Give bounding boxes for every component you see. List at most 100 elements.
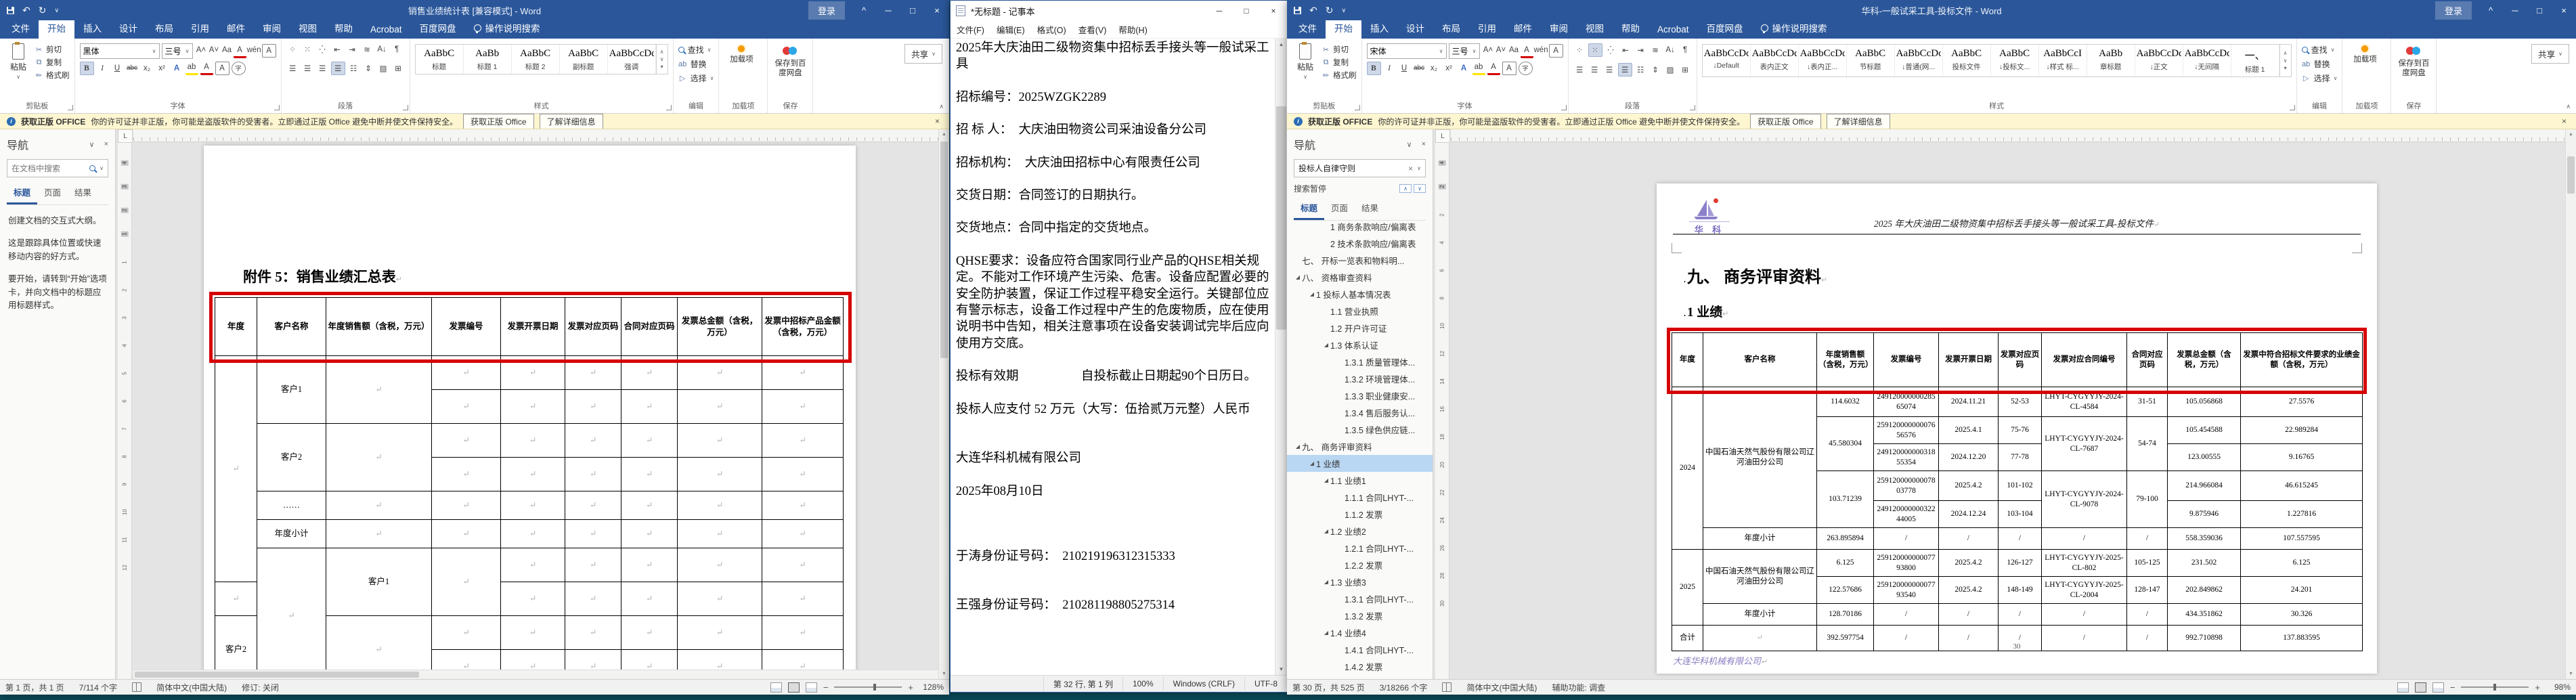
nav-tree-item[interactable]: 七、 开标一览表和物料明... — [1287, 252, 1433, 269]
select-button[interactable]: ▷ 选择 ∨ — [678, 72, 714, 84]
italic-icon[interactable]: I — [1383, 62, 1396, 74]
nav-tree-item[interactable]: 1.1.2 发票 — [1287, 506, 1433, 523]
multilevel-list-icon[interactable]: ⁛ — [316, 43, 329, 56]
ribbon-tab-邮件[interactable]: 邮件 — [1505, 18, 1541, 39]
ribbon-tab-布局[interactable]: 布局 — [1433, 18, 1469, 39]
nav-tab-页面[interactable]: 页面 — [37, 183, 68, 204]
ribbon-tab-视图[interactable]: 视图 — [1577, 18, 1613, 39]
paste-button[interactable]: 粘贴 ∨ — [5, 41, 32, 81]
scroll-down-icon[interactable]: ▼ — [942, 669, 946, 679]
highlight-icon[interactable]: ab — [185, 61, 198, 75]
scroll-down-icon[interactable]: ▼ — [2569, 669, 2573, 679]
nav-tree-item[interactable]: ◢1.5 业绩5 — [1287, 675, 1433, 679]
underline-icon[interactable]: U — [1398, 62, 1411, 74]
shrink-font-icon[interactable]: A˅ — [1495, 44, 1508, 56]
vertical-ruler[interactable]: 4 3 2 1 1 2 3 4 5 6 7 8 9 10 11 12 — [118, 143, 132, 679]
ribbon-tab-Acrobat[interactable]: Acrobat — [1649, 21, 1698, 39]
align-right-icon[interactable]: ☰ — [1603, 64, 1616, 76]
grow-font-icon[interactable]: A˄ — [1482, 44, 1495, 56]
close-warning-icon[interactable]: × — [932, 116, 942, 126]
ribbon-display-options-icon[interactable]: ^ — [2479, 2, 2503, 19]
nav-tree-item[interactable]: 1.3.2 环境管理体... — [1287, 370, 1433, 387]
zoom-in-icon[interactable]: + — [908, 682, 913, 693]
title-bar[interactable]: ↶ ↻ ∨ 销售业绩统计表 [兼容模式] - Word 登录 ^ ─ □ × — [0, 0, 949, 20]
horizontal-scrollbar[interactable] — [133, 670, 938, 679]
bold-icon[interactable]: B — [79, 61, 94, 75]
cut-button[interactable]: ✂ 剪切 — [1322, 44, 1357, 55]
learn-more-button[interactable]: 了解详细信息 — [539, 114, 603, 129]
ribbon-tab-设计[interactable]: 设计 — [1397, 18, 1433, 39]
font-size-box[interactable]: 三号 ∨ — [1448, 43, 1480, 59]
tree-expanded-icon[interactable]: ◢ — [1322, 528, 1330, 534]
align-center-icon[interactable]: ☰ — [1588, 64, 1601, 76]
vertical-scrollbar[interactable]: ▲ ▼ — [938, 129, 949, 679]
ribbon-tab-文件[interactable]: 文件 — [3, 18, 39, 39]
ribbon-tab-引用[interactable]: 引用 — [1469, 18, 1505, 39]
phonetic-guide-icon[interactable]: wén — [246, 44, 262, 56]
next-result-icon[interactable]: ∨ — [1414, 184, 1426, 193]
nav-tree-item[interactable]: 1.2 开户许可证 — [1287, 320, 1433, 336]
bold-icon[interactable]: B — [1366, 61, 1381, 75]
nav-tree-item[interactable]: 1.4.1 合同LHYT-... — [1287, 641, 1433, 658]
text-effects-icon[interactable]: A — [1458, 62, 1470, 74]
tab-selector[interactable]: L — [118, 129, 133, 143]
menu-编辑(E)[interactable]: 编辑(E) — [990, 20, 1031, 39]
ribbon-tab-布局[interactable]: 布局 — [146, 18, 182, 39]
ribbon-tab-插入[interactable]: 插入 — [74, 18, 110, 39]
web-layout-icon[interactable] — [2432, 682, 2444, 693]
sort-icon[interactable]: A↓ — [376, 43, 389, 56]
scroll-up-icon[interactable]: ▲ — [1279, 39, 1284, 50]
title-bar[interactable]: ↶ ↻ ∨ 华科-一般试采工具-投标文件 - Word 登录 ^ ─ □ × — [1287, 0, 2576, 20]
replace-button[interactable]: ab 替换 — [2302, 58, 2338, 70]
tree-expanded-icon[interactable]: ◢ — [1308, 460, 1316, 466]
tree-expanded-icon[interactable]: ◢ — [1294, 443, 1302, 450]
nav-search-input[interactable]: 投标人自律守则 × ∨ — [1294, 159, 1426, 177]
font-name-box[interactable]: 宋体 ∨ — [1366, 43, 1447, 59]
distribute-icon[interactable]: ☷ — [1634, 64, 1647, 76]
numbering-icon[interactable]: ⁙ — [1588, 43, 1602, 57]
scroll-down-icon[interactable]: ▼ — [1279, 663, 1284, 675]
redo-icon[interactable]: ↻ — [39, 5, 47, 16]
italic-icon[interactable]: I — [96, 62, 109, 74]
align-center-icon[interactable]: ☰ — [301, 62, 314, 74]
nav-tree-item[interactable]: 1.2.1 合同LHYT-... — [1287, 540, 1433, 556]
char-shading-icon[interactable]: A — [215, 61, 230, 75]
nav-tree-item[interactable]: ◢ 1.3 业绩3 — [1287, 573, 1433, 590]
ribbon-tab-帮助[interactable]: 帮助 — [326, 18, 362, 39]
shading-icon[interactable]: ▨ — [1664, 64, 1677, 76]
dialog-launcher-icon[interactable] — [2289, 105, 2295, 110]
scroll-up-icon[interactable]: ▲ — [2569, 129, 2573, 139]
close-button[interactable]: × — [925, 2, 949, 19]
increase-indent-icon[interactable]: ⇥ — [1634, 44, 1647, 56]
shading-icon[interactable]: ▨ — [377, 62, 390, 74]
nav-tree-item[interactable]: ◢ 1 业绩 — [1287, 455, 1433, 472]
style-item[interactable]: AaBbC ↓投标文... — [1991, 45, 2039, 76]
tree-expanded-icon[interactable]: ◢ — [1322, 630, 1330, 636]
dialog-launcher-icon[interactable] — [274, 105, 280, 110]
asian-layout-icon[interactable]: ≋ — [361, 43, 374, 56]
replace-button[interactable]: ab 替换 — [678, 58, 714, 70]
share-button[interactable]: 共享 ∨ — [904, 44, 942, 64]
dialog-launcher-icon[interactable] — [67, 105, 73, 110]
nav-tree-item[interactable]: 1.3.1 质量管理体... — [1287, 353, 1433, 370]
asian-layout-icon[interactable]: ≋ — [1649, 44, 1662, 56]
ribbon-tab-文件[interactable]: 文件 — [1290, 18, 1326, 39]
nav-tree-item[interactable]: 1.3.5 绿色供应链... — [1287, 421, 1433, 438]
style-item[interactable]: AaBbCcDdE ↓正文 — [2135, 45, 2183, 76]
tree-expanded-icon[interactable]: ◢ — [1294, 274, 1302, 280]
save-icon[interactable] — [1294, 6, 1301, 14]
nav-tab-标题[interactable]: 标题 — [7, 183, 38, 204]
add-ins-button[interactable]: 加载项 — [724, 41, 759, 64]
justify-icon[interactable]: ☰ — [330, 62, 345, 75]
vertical-scrollbar[interactable]: ▲ ▼ — [2565, 129, 2576, 679]
style-item[interactable]: AaBbCcDdE ↓表内正... — [1799, 45, 1847, 76]
nav-tree-item[interactable]: ◢ 八、 资格审查资料 — [1287, 269, 1433, 286]
document-area[interactable]: L 4 3 2 1 1 2 3 4 5 6 7 8 9 10 11 12 附件 5：销售业绩汇总表↵ 年度 客户… — [116, 129, 938, 679]
ribbon-tab-引用[interactable]: 引用 — [182, 18, 218, 39]
menu-文件(F)[interactable]: 文件(F) — [951, 20, 990, 39]
change-case-icon[interactable]: Aa — [221, 44, 234, 56]
superscript-icon[interactable]: x² — [1443, 62, 1456, 74]
menu-格式(O)[interactable]: 格式(O) — [1031, 20, 1072, 39]
strikethrough-icon[interactable]: abc — [126, 62, 139, 74]
clear-search-icon[interactable]: × — [1408, 164, 1413, 173]
